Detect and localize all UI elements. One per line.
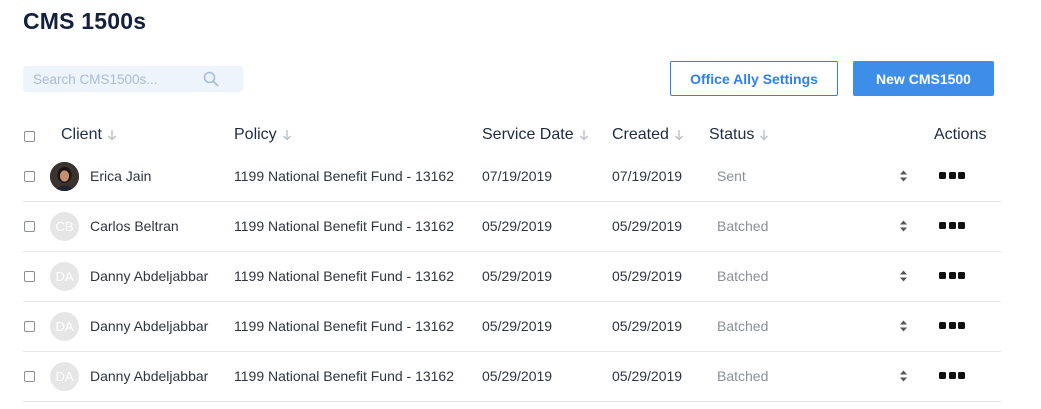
select-all-checkbox[interactable] bbox=[24, 131, 35, 142]
more-dots-icon[interactable] bbox=[939, 222, 965, 230]
client-name[interactable]: Carlos Beltran bbox=[90, 218, 179, 234]
created-date: 05/29/2019 bbox=[612, 368, 683, 384]
column-header-service-date-label: Service Date bbox=[482, 126, 574, 143]
service-date: 05/29/2019 bbox=[482, 368, 553, 384]
up-down-icon[interactable] bbox=[899, 270, 908, 282]
sort-arrow-icon bbox=[760, 130, 769, 141]
avatar: DA bbox=[50, 362, 79, 391]
column-header-actions-label: Actions bbox=[934, 126, 987, 143]
column-header-policy-label: Policy bbox=[234, 126, 277, 143]
service-date: 05/29/2019 bbox=[482, 218, 553, 234]
column-header-client-label: Client bbox=[61, 126, 102, 143]
policy-name: 1199 National Benefit Fund - 13162 bbox=[234, 168, 455, 184]
service-date: 07/19/2019 bbox=[482, 168, 553, 184]
up-down-icon[interactable] bbox=[899, 170, 908, 182]
column-header-created[interactable]: Created bbox=[612, 126, 684, 144]
status-text: Batched bbox=[717, 268, 769, 284]
client-name[interactable]: Danny Abdeljabbar bbox=[90, 368, 208, 384]
more-dots-icon[interactable] bbox=[939, 272, 965, 280]
more-dots-icon[interactable] bbox=[939, 172, 965, 180]
client-name[interactable]: Danny Abdeljabbar bbox=[90, 268, 208, 284]
row-checkbox[interactable] bbox=[24, 321, 35, 332]
status-text: Batched bbox=[717, 368, 769, 384]
column-header-created-label: Created bbox=[612, 126, 669, 143]
client-name[interactable]: Danny Abdeljabbar bbox=[90, 318, 208, 334]
sort-arrow-icon bbox=[579, 130, 588, 141]
created-date: 07/19/2019 bbox=[612, 168, 683, 184]
row-checkbox[interactable] bbox=[24, 171, 35, 182]
row-divider bbox=[23, 201, 1001, 202]
policy-name: 1199 National Benefit Fund - 13162 bbox=[234, 318, 455, 334]
sort-arrow-icon bbox=[282, 130, 291, 141]
created-date: 05/29/2019 bbox=[612, 268, 683, 284]
policy-name: 1199 National Benefit Fund - 13162 bbox=[234, 218, 455, 234]
created-date: 05/29/2019 bbox=[612, 218, 683, 234]
policy-name: 1199 National Benefit Fund - 13162 bbox=[234, 268, 455, 284]
cms1500-page: CMS 1500s Office Ally Settings New CMS15… bbox=[0, 0, 1041, 409]
avatar: DA bbox=[50, 262, 79, 291]
new-cms1500-button[interactable]: New CMS1500 bbox=[853, 61, 994, 96]
up-down-icon[interactable] bbox=[899, 370, 908, 382]
created-date: 05/29/2019 bbox=[612, 318, 683, 334]
column-header-status-label: Status bbox=[709, 126, 755, 143]
more-dots-icon[interactable] bbox=[939, 372, 965, 380]
up-down-icon[interactable] bbox=[899, 320, 908, 332]
office-ally-settings-button[interactable]: Office Ally Settings bbox=[670, 61, 838, 96]
search-box[interactable] bbox=[23, 66, 243, 92]
row-divider bbox=[23, 251, 1001, 252]
more-dots-icon[interactable] bbox=[939, 322, 965, 330]
status-text: Batched bbox=[717, 318, 769, 334]
service-date: 05/29/2019 bbox=[482, 268, 553, 284]
search-icon[interactable] bbox=[203, 71, 219, 87]
page-title: CMS 1500s bbox=[23, 8, 147, 34]
column-header-client[interactable]: Client bbox=[61, 126, 117, 144]
policy-name: 1199 National Benefit Fund - 13162 bbox=[234, 368, 455, 384]
column-header-actions: Actions bbox=[934, 126, 986, 144]
row-divider bbox=[23, 351, 1001, 352]
column-header-status[interactable]: Status bbox=[709, 126, 769, 144]
row-checkbox[interactable] bbox=[24, 271, 35, 282]
client-photo-icon bbox=[50, 162, 79, 191]
avatar: DA bbox=[50, 312, 79, 341]
client-name[interactable]: Erica Jain bbox=[90, 168, 151, 184]
column-header-policy[interactable]: Policy bbox=[234, 126, 292, 144]
status-text: Batched bbox=[717, 218, 769, 234]
up-down-icon[interactable] bbox=[899, 220, 908, 232]
status-text: Sent bbox=[717, 168, 746, 184]
row-divider bbox=[23, 301, 1001, 302]
row-checkbox[interactable] bbox=[24, 221, 35, 232]
sort-arrow-icon bbox=[107, 130, 116, 141]
avatar: CB bbox=[50, 212, 79, 241]
column-header-service-date[interactable]: Service Date bbox=[482, 126, 589, 144]
search-input[interactable] bbox=[23, 66, 203, 92]
avatar bbox=[50, 162, 79, 191]
row-divider bbox=[23, 401, 1001, 402]
service-date: 05/29/2019 bbox=[482, 318, 553, 334]
sort-arrow-icon bbox=[674, 130, 683, 141]
row-checkbox[interactable] bbox=[24, 371, 35, 382]
